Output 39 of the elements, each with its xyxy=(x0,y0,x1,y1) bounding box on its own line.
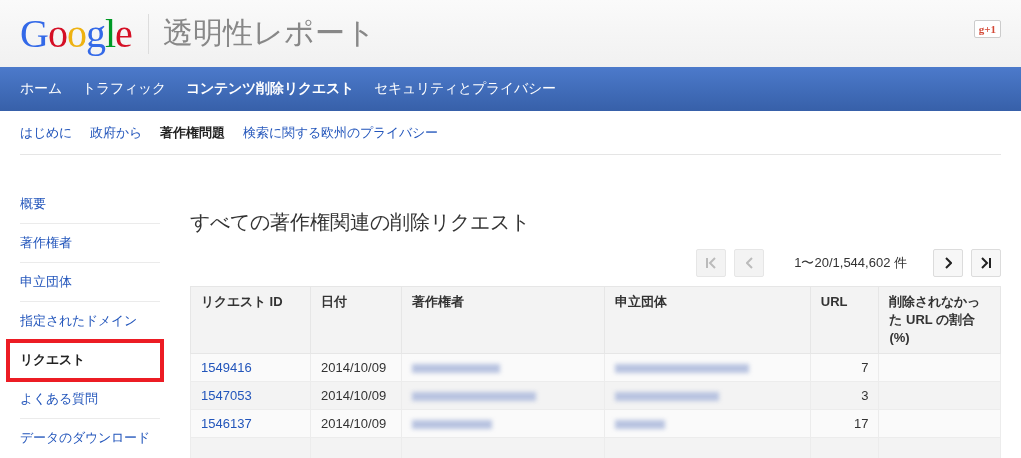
table-cell: 3 xyxy=(810,381,879,410)
table-cell: 17 xyxy=(810,409,879,438)
table-cell: 2014/10/09 xyxy=(310,353,402,382)
plus-one-button[interactable]: g+1 xyxy=(973,19,1001,38)
nav-tab[interactable]: トラフィック xyxy=(82,80,166,98)
sidebar-item[interactable]: よくある質問 xyxy=(20,380,160,419)
sub-nav-tab[interactable]: 政府から xyxy=(90,123,142,142)
last-page-button[interactable] xyxy=(971,249,1001,277)
table-cell: 7 xyxy=(810,353,879,382)
sidebar-item[interactable]: 指定されたドメイン xyxy=(20,302,160,341)
nav-tab[interactable]: コンテンツ削除リクエスト xyxy=(186,80,354,98)
blurred-text xyxy=(614,420,665,430)
google-logo: Google xyxy=(20,13,132,54)
next-page-button[interactable] xyxy=(933,249,963,277)
column-header: リクエスト ID xyxy=(190,286,311,354)
bar-chevron-icon xyxy=(981,257,991,269)
sidebar-item[interactable]: 申立団体 xyxy=(20,263,160,302)
sidebar-item[interactable]: 概要 xyxy=(20,185,160,224)
column-header: 申立団体 xyxy=(604,286,811,354)
table-cell: 2014/10/09 xyxy=(310,381,402,410)
column-header: 日付 xyxy=(310,286,402,354)
column-header: 著作権者 xyxy=(401,286,605,354)
table-cell: 2014/10/09 xyxy=(310,409,402,438)
column-header: URL xyxy=(810,286,879,354)
bar-chevron-icon xyxy=(706,257,717,269)
page-heading: すべての著作権関連の削除リクエスト xyxy=(190,210,531,235)
sidebar-item[interactable]: 著作権者 xyxy=(20,224,160,263)
nav-tab[interactable]: セキュリティとプライバシー xyxy=(374,80,556,98)
chevron-icon xyxy=(745,257,753,269)
sidebar-item[interactable]: データのダウンロード xyxy=(20,419,160,457)
site-title: 透明性レポート xyxy=(162,14,376,52)
sub-nav-tab[interactable]: 著作権問題 xyxy=(160,123,225,142)
sub-nav-tab[interactable]: はじめに xyxy=(20,123,72,142)
chevron-icon xyxy=(944,257,952,269)
sub-nav-tab[interactable]: 検索に関する欧州のプライバシー xyxy=(243,123,438,142)
column-header: 削除されなかった URL の割合 (%) xyxy=(878,286,1001,354)
result-count: 1〜20/1,544,602 件 xyxy=(794,254,907,272)
nav-tab[interactable]: ホーム xyxy=(20,80,62,98)
sidebar-item[interactable]: リクエスト xyxy=(8,341,162,380)
